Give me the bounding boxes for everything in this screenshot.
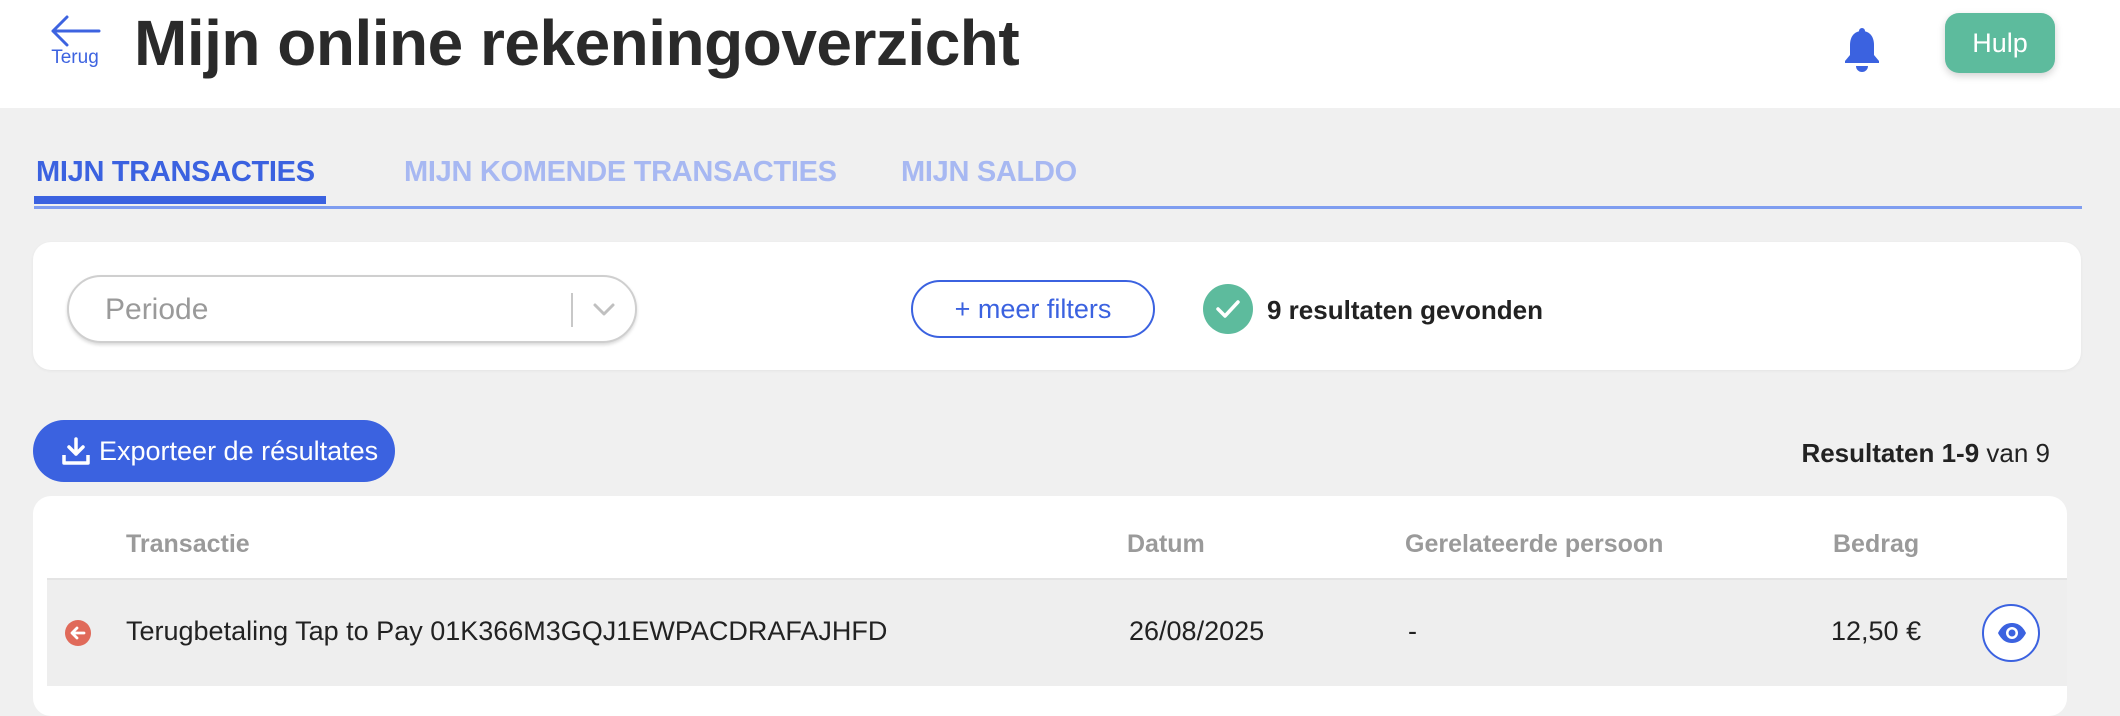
transaction-description: Terugbetaling Tap to Pay 01K366M3GQJ1EWP… xyxy=(126,616,888,646)
related-person: - xyxy=(1408,616,1417,646)
view-details-button[interactable] xyxy=(1982,604,2040,662)
pagination-total: van 9 xyxy=(1979,438,2050,468)
column-header-amount[interactable]: Bedrag xyxy=(1833,530,1919,559)
pagination-info: Resultaten 1-9 van 9 xyxy=(1801,438,2050,469)
transactions-table: Transactie Datum Gerelateerde persoon Be… xyxy=(33,496,2067,716)
app-header: Terug Mijn online rekeningoverzicht Hulp xyxy=(0,0,2120,108)
tab-upcoming-transactions[interactable]: MIJN KOMENDE TRANSACTIES xyxy=(404,156,837,189)
transaction-date: 26/08/2025 xyxy=(1129,616,1265,646)
column-header-related-person[interactable]: Gerelateerde persoon xyxy=(1405,530,1663,559)
column-header-date[interactable]: Datum xyxy=(1127,530,1205,559)
check-circle-icon xyxy=(1203,284,1253,334)
transaction-amount: 12,50 € xyxy=(1831,616,1922,646)
select-divider xyxy=(571,293,573,327)
tab-my-balance[interactable]: MIJN SALDO xyxy=(901,156,1077,189)
filter-panel: Periode + meer filters 9 resultaten gevo… xyxy=(33,242,2081,370)
export-button[interactable]: Exporteer de résultates xyxy=(33,420,395,482)
period-placeholder: Periode xyxy=(105,293,209,326)
results-count: 9 resultaten gevonden xyxy=(1267,295,1543,325)
tab-my-transactions[interactable]: MIJN TRANSACTIES xyxy=(36,156,315,189)
refund-arrow-icon xyxy=(65,620,91,646)
back-label: Terug xyxy=(51,47,99,68)
eye-icon xyxy=(1998,623,2026,643)
column-header-transaction[interactable]: Transactie xyxy=(126,530,250,559)
download-icon xyxy=(62,437,90,465)
period-select[interactable]: Periode xyxy=(67,275,637,343)
page-title: Mijn online rekeningoverzicht xyxy=(134,7,1020,79)
tab-bar: MIJN TRANSACTIES MIJN KOMENDE TRANSACTIE… xyxy=(34,148,2082,209)
back-button[interactable]: Terug xyxy=(44,14,106,80)
export-label: Exporteer de résultates xyxy=(99,435,379,466)
bell-icon[interactable] xyxy=(1842,27,1882,73)
active-tab-indicator xyxy=(34,196,326,204)
more-filters-button[interactable]: + meer filters xyxy=(911,280,1155,338)
arrow-left-icon xyxy=(51,15,101,47)
pagination-range: Resultaten 1-9 xyxy=(1801,438,1980,468)
table-row[interactable]: Terugbetaling Tap to Pay 01K366M3GQJ1EWP… xyxy=(47,578,2067,686)
help-button[interactable]: Hulp xyxy=(1945,13,2055,73)
chevron-down-icon xyxy=(593,303,615,316)
